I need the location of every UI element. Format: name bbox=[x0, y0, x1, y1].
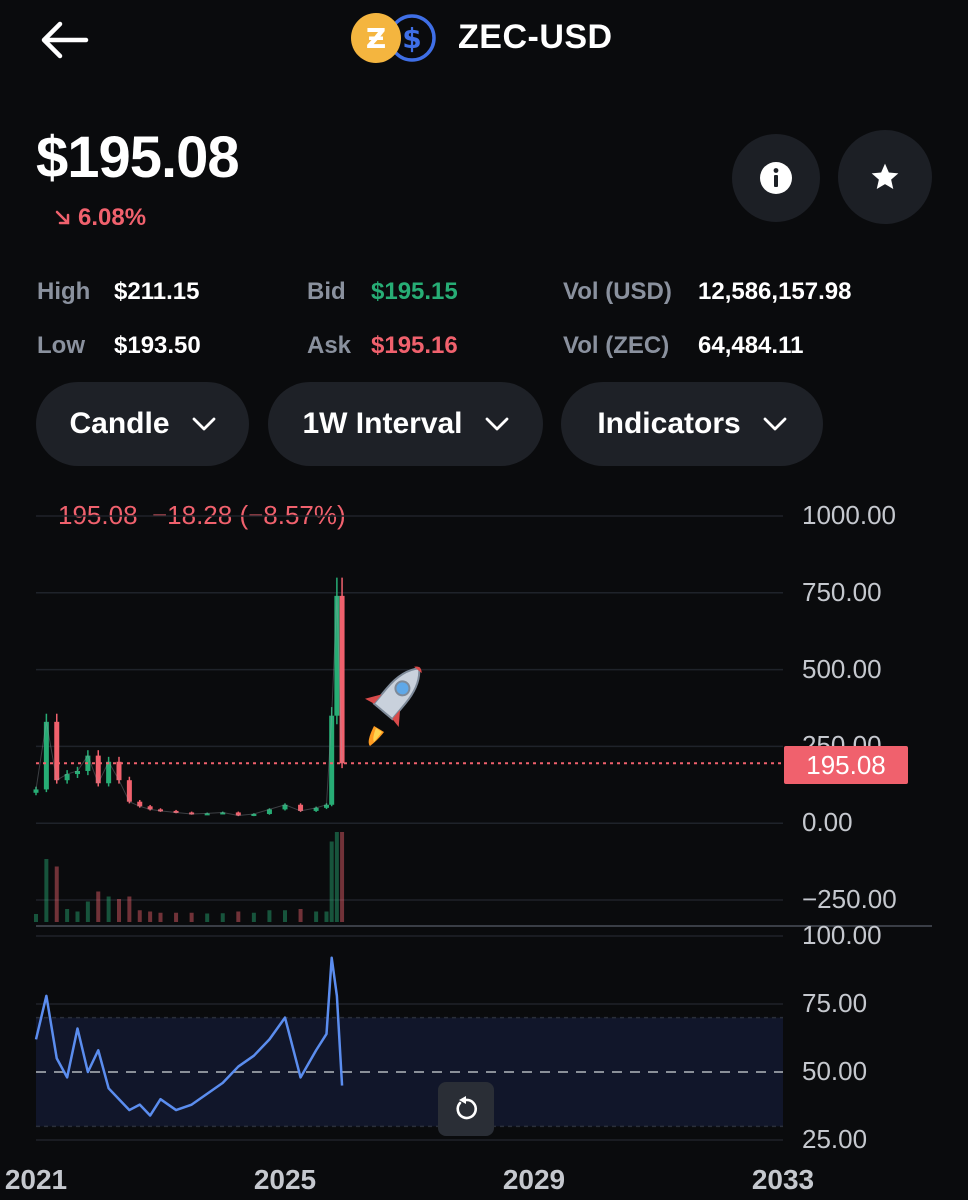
volume-bar bbox=[220, 913, 225, 922]
reset-zoom-icon bbox=[456, 1096, 478, 1120]
price-trace bbox=[35, 595, 343, 817]
volume-bar bbox=[85, 901, 90, 922]
chevron-down-icon bbox=[192, 417, 215, 431]
volume-bar bbox=[324, 911, 329, 922]
time-axis-tick: 2021 bbox=[4, 1164, 68, 1195]
reset-zoom-button[interactable] bbox=[438, 1082, 494, 1136]
volume-bar bbox=[251, 912, 256, 922]
volume-bar bbox=[148, 911, 153, 922]
volume-bar bbox=[283, 910, 287, 922]
candle bbox=[33, 789, 39, 793]
low-value: $193.50 bbox=[114, 332, 201, 359]
vol-zec-label: Vol (ZEC) bbox=[563, 332, 670, 359]
current-price: $195.08 bbox=[36, 125, 240, 190]
chevron-down-icon bbox=[485, 417, 508, 431]
back-arrow-icon[interactable] bbox=[38, 20, 90, 60]
chart-type-dropdown[interactable]: Candle bbox=[36, 382, 249, 466]
volume-bar bbox=[334, 832, 339, 922]
price-axis-tick: 500.00 bbox=[802, 653, 882, 684]
volume-bar bbox=[314, 911, 319, 922]
volume-bar bbox=[34, 914, 38, 922]
interval-dropdown[interactable]: 1W Interval bbox=[268, 382, 543, 466]
candle bbox=[339, 595, 345, 764]
bid-label: Bid bbox=[307, 278, 346, 305]
price-change: 6.08% bbox=[54, 204, 146, 232]
rsi-axis-tick: 50.00 bbox=[802, 1056, 868, 1086]
volume-bar bbox=[298, 909, 303, 922]
price-change-value: 6.08% bbox=[78, 204, 147, 231]
rsi-axis-tick: 75.00 bbox=[802, 988, 868, 1018]
high-value: $211.15 bbox=[114, 278, 200, 305]
pair-title: ZEC-USD bbox=[458, 18, 613, 56]
interval-label: 1W Interval bbox=[302, 407, 463, 440]
rsi-axis-tick: 100.00 bbox=[802, 920, 882, 950]
volume-bar bbox=[236, 911, 241, 922]
volume-bar bbox=[267, 910, 272, 922]
time-axis-tick: 2033 bbox=[751, 1164, 815, 1195]
last-price-tag: 195.08 bbox=[784, 746, 908, 784]
svg-text:$: $ bbox=[402, 22, 421, 55]
candle bbox=[329, 715, 335, 805]
high-label: High bbox=[37, 278, 91, 305]
indicators-label: Indicators bbox=[597, 407, 741, 440]
watchlist-star-button[interactable] bbox=[838, 130, 932, 224]
pair-logo: $ Ƶ bbox=[348, 12, 440, 64]
price-axis-tick: 750.00 bbox=[802, 576, 882, 607]
volume-bar bbox=[189, 912, 194, 922]
volume-bar bbox=[174, 912, 179, 922]
ask-label: Ask bbox=[307, 332, 352, 359]
volume-bar bbox=[75, 911, 80, 922]
star-icon bbox=[871, 163, 899, 189]
indicators-dropdown[interactable]: Indicators bbox=[561, 382, 823, 466]
rsi-axis-tick: 25.00 bbox=[802, 1124, 868, 1154]
bid-value: $195.15 bbox=[371, 278, 458, 305]
vol-usd-value: 12,586,157.98 bbox=[698, 278, 852, 305]
volume-bar bbox=[96, 891, 101, 922]
chart-type-label: Candle bbox=[69, 407, 170, 440]
price-axis-tick: 0.00 bbox=[802, 807, 853, 838]
svg-text:Ƶ: Ƶ bbox=[366, 22, 386, 55]
volume-bar bbox=[158, 912, 163, 922]
volume-bar bbox=[127, 896, 132, 922]
ask-value: $195.16 bbox=[371, 332, 458, 359]
volume-bar bbox=[329, 841, 334, 922]
price-axis-tick: 1000.00 bbox=[802, 500, 896, 530]
time-axis-tick: 2029 bbox=[502, 1164, 566, 1195]
volume-bar bbox=[65, 909, 70, 922]
info-button[interactable] bbox=[732, 134, 820, 222]
info-icon bbox=[760, 162, 792, 194]
time-axis-tick: 2025 bbox=[253, 1164, 317, 1195]
arrow-down-right-icon bbox=[55, 210, 70, 225]
volume-bar bbox=[340, 832, 345, 922]
rocket-emoji-icon bbox=[365, 666, 422, 746]
volume-bar bbox=[44, 859, 49, 922]
volume-bar bbox=[106, 896, 111, 922]
volume-bar bbox=[205, 913, 210, 922]
low-label: Low bbox=[37, 332, 85, 359]
vol-zec-value: 64,484.11 bbox=[698, 332, 804, 359]
volume-bar bbox=[117, 899, 121, 922]
volume-bar bbox=[54, 866, 59, 922]
vol-usd-label: Vol (USD) bbox=[563, 278, 672, 305]
volume-bar bbox=[137, 910, 142, 922]
chevron-down-icon bbox=[763, 417, 787, 431]
price-axis-tick: −250.00 bbox=[802, 884, 897, 914]
